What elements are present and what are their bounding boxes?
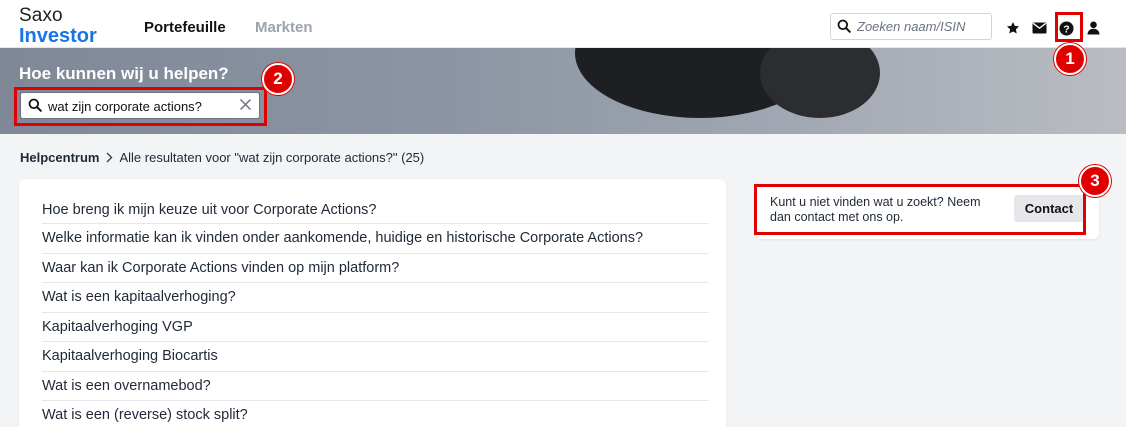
contact-button[interactable]: Contact bbox=[1014, 195, 1084, 222]
clear-search-icon[interactable] bbox=[239, 98, 252, 116]
contact-prompt-text: Kunt u niet vinden wat u zoekt? Neem dan… bbox=[770, 195, 981, 224]
help-banner: Hoe kunnen wij u helpen? bbox=[0, 48, 1126, 134]
search-results-card: Hoe breng ik mijn keuze uit voor Corpora… bbox=[19, 179, 726, 427]
help-search-box[interactable] bbox=[20, 92, 260, 119]
search-result-item[interactable]: Waar kan ik Corporate Actions vinden op … bbox=[42, 254, 709, 283]
search-results-list: Hoe breng ik mijn keuze uit voor Corpora… bbox=[42, 197, 709, 427]
search-result-item[interactable]: Wat is een (reverse) stock split? bbox=[42, 401, 709, 427]
search-result-item[interactable]: Wat is een kapitaalverhoging? bbox=[42, 283, 709, 313]
banner-background-shape bbox=[760, 48, 880, 118]
help-icon[interactable]: ? bbox=[1058, 20, 1074, 36]
contact-card: Kunt u niet vinden wat u zoekt? Neem dan… bbox=[756, 184, 1099, 239]
breadcrumb-current: Alle resultaten voor "wat zijn corporate… bbox=[119, 150, 425, 165]
help-banner-title: Hoe kunnen wij u helpen? bbox=[19, 64, 229, 83]
logo-text-saxo: Saxo bbox=[19, 5, 63, 26]
tab-portefeuille[interactable]: Portefeuille bbox=[144, 19, 226, 36]
top-navigation-bar: Saxo Investor Portefeuille Markten ? bbox=[0, 0, 1126, 48]
svg-text:?: ? bbox=[1063, 24, 1069, 35]
chevron-right-icon bbox=[105, 152, 113, 163]
saxo-investor-logo[interactable]: Saxo Investor bbox=[19, 6, 97, 46]
search-result-item[interactable]: Kapitaalverhoging Biocartis bbox=[42, 342, 709, 372]
search-result-item[interactable]: Hoe breng ik mijn keuze uit voor Corpora… bbox=[42, 197, 709, 224]
search-result-item[interactable]: Welke informatie kan ik vinden onder aan… bbox=[42, 224, 709, 254]
tab-markten[interactable]: Markten bbox=[255, 19, 313, 36]
user-icon[interactable] bbox=[1085, 20, 1101, 36]
star-icon[interactable] bbox=[1005, 20, 1021, 36]
annotation-badge-2: 2 bbox=[262, 63, 294, 95]
annotation-badge-3: 3 bbox=[1079, 165, 1111, 197]
instrument-search-input[interactable] bbox=[857, 17, 987, 36]
help-search-input[interactable] bbox=[48, 97, 228, 115]
logo-text-investor: Investor bbox=[19, 25, 97, 47]
instrument-search-box[interactable] bbox=[830, 13, 992, 40]
search-result-item[interactable]: Kapitaalverhoging VGP bbox=[42, 313, 709, 342]
mail-icon[interactable] bbox=[1031, 20, 1047, 36]
breadcrumb: Helpcentrum Alle resultaten voor "wat zi… bbox=[20, 150, 424, 165]
search-icon bbox=[28, 98, 42, 117]
annotation-badge-1: 1 bbox=[1054, 43, 1086, 75]
breadcrumb-helpcentrum-link[interactable]: Helpcentrum bbox=[20, 150, 99, 165]
search-icon bbox=[837, 19, 851, 38]
search-result-item[interactable]: Wat is een overnamebod? bbox=[42, 372, 709, 401]
